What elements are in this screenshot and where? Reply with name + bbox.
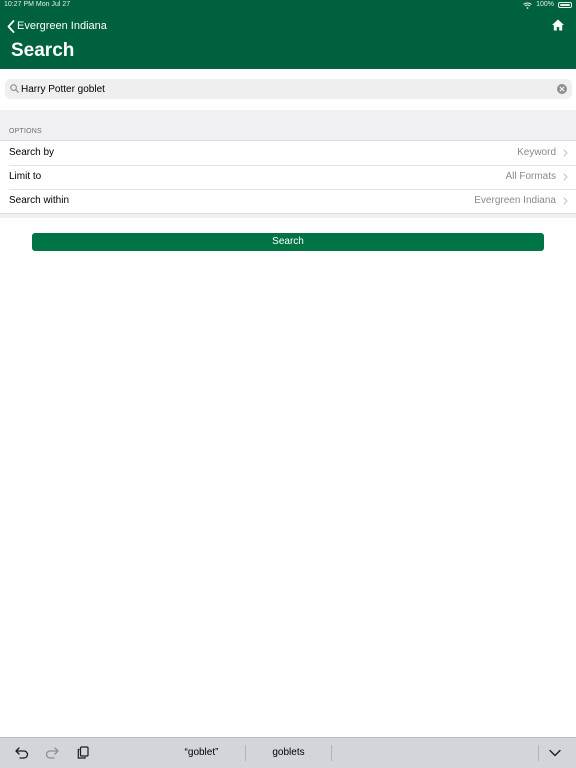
option-label: Limit to [9, 171, 42, 182]
options-section: OPTIONS Search by Keyword Limit to All F… [0, 110, 576, 218]
page-title: Search [11, 40, 75, 61]
search-icon [10, 84, 19, 93]
wifi-icon [523, 2, 532, 9]
undo-icon[interactable] [15, 746, 29, 759]
paste-icon[interactable] [77, 746, 89, 759]
search-field[interactable] [5, 79, 572, 99]
chevron-left-icon [7, 19, 15, 33]
options-header: OPTIONS [9, 128, 42, 135]
suggestion-plural[interactable]: goblets [246, 738, 331, 768]
option-label: Search by [9, 147, 55, 158]
dismiss-divider [538, 745, 539, 761]
options-list: Search by Keyword Limit to All Formats S… [0, 140, 576, 214]
redo-icon[interactable] [45, 746, 59, 759]
option-value: Evergreen Indiana [474, 195, 556, 206]
search-button[interactable]: Search [32, 233, 544, 251]
option-row-search-by[interactable]: Search by Keyword [0, 141, 576, 165]
chevron-right-icon [563, 197, 568, 205]
status-time: 10:27 PM Mon Jul 27 [4, 1, 71, 8]
keyboard-shortcut-bar: “goblet” goblets [0, 737, 576, 768]
back-label: Evergreen Indiana [17, 20, 107, 32]
chevron-right-icon [563, 173, 568, 181]
suggestion-quoted[interactable]: “goblet” [158, 738, 245, 768]
search-area [0, 69, 576, 110]
option-value: All Formats [505, 171, 556, 182]
nav-bar: 10:27 PM Mon Jul 27 100% Evergreen India… [0, 0, 576, 69]
option-label: Search within [9, 195, 70, 206]
chevron-down-icon[interactable] [549, 749, 561, 757]
option-row-search-within[interactable]: Search within Evergreen Indiana [0, 189, 576, 213]
battery-percent: 100% [536, 1, 554, 8]
chevron-right-icon [563, 149, 568, 157]
back-button[interactable]: Evergreen Indiana [7, 17, 107, 35]
option-row-limit-to[interactable]: Limit to All Formats [0, 165, 576, 189]
search-input[interactable] [21, 79, 541, 99]
status-bar: 10:27 PM Mon Jul 27 100% [0, 0, 576, 10]
clear-icon[interactable] [557, 84, 567, 94]
option-value: Keyword [517, 147, 556, 158]
battery-icon [558, 2, 572, 8]
suggestion-divider [331, 745, 332, 761]
home-icon[interactable] [551, 18, 565, 32]
